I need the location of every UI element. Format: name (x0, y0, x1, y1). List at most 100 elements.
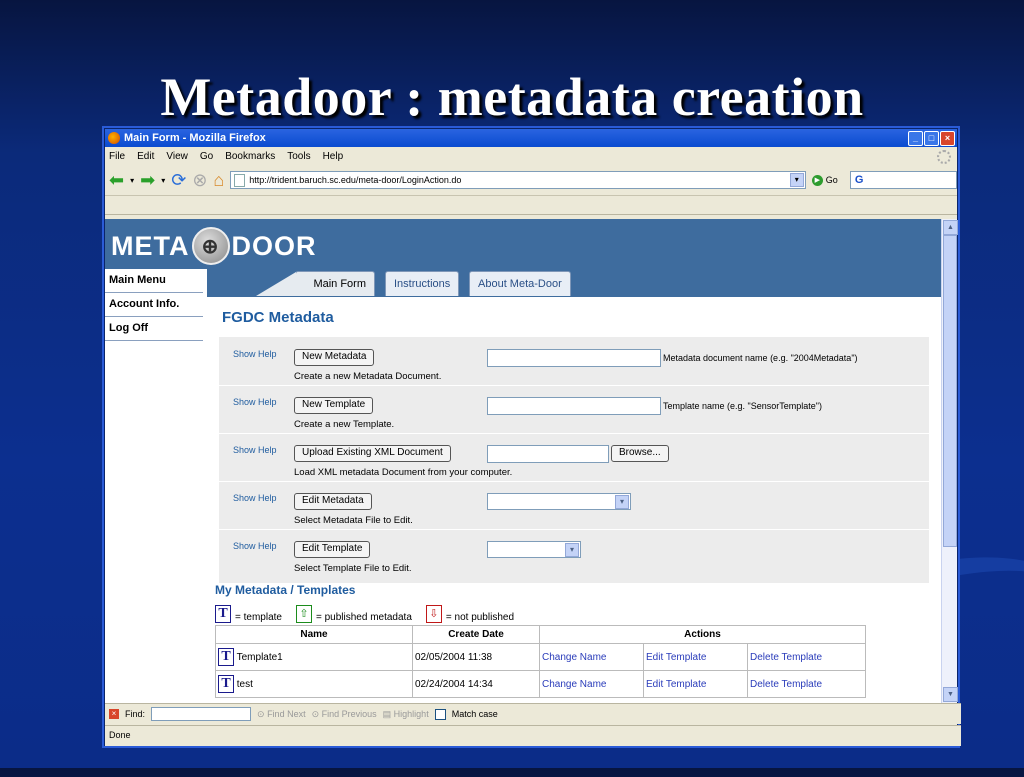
name-cell: T Template1 (215, 643, 413, 671)
show-help-link[interactable]: Show Help (233, 349, 277, 359)
metadata-table: Name Create Date Actions T Template1 02/… (215, 625, 866, 698)
show-help-link[interactable]: Show Help (233, 493, 277, 503)
metadata-name-input[interactable] (487, 349, 661, 367)
find-next-button[interactable]: ⊙ Find Next (257, 709, 306, 720)
row-description: Create a new Metadata Document. (294, 371, 442, 382)
match-case-checkbox[interactable] (434, 708, 446, 720)
legend-not-published: = not published (445, 612, 515, 623)
row-edit-metadata: Show Help Edit Metadata Select Metadata … (219, 481, 929, 530)
menu-bar: File Edit View Go Bookmarks Tools Help (105, 147, 957, 165)
menu-go[interactable]: Go (200, 151, 213, 162)
scroll-down-icon[interactable]: ▼ (943, 687, 958, 702)
form-panel: Show Help New Metadata Create a new Meta… (219, 337, 929, 583)
metadoor-logo: META ⊕ DOOR (111, 227, 317, 265)
row-new-metadata: Show Help New Metadata Create a new Meta… (219, 337, 929, 386)
chevron-down-icon: ▾ (615, 495, 629, 509)
navigation-toolbar: ⬅ ▾ ➡ ▾ ⟳ ⊗ ⌂ http://trident.baruch.sc.e… (105, 165, 957, 196)
back-dropdown-icon[interactable]: ▾ (130, 176, 134, 185)
legend: T = template ⇧ = published metadata ⇩ = … (215, 605, 514, 623)
back-icon[interactable]: ⬅ (109, 171, 124, 189)
main-form: FGDC Metadata Show Help New Metadata Cre… (207, 297, 941, 703)
sidebar-item-account-info[interactable]: Account Info. (105, 293, 203, 317)
stop-icon[interactable]: ⊗ (192, 171, 207, 189)
new-template-button[interactable]: New Template (294, 397, 374, 414)
close-button[interactable]: × (940, 131, 955, 146)
row-description: Load XML metadata Document from your com… (294, 467, 513, 478)
col-actions: Actions (539, 625, 866, 644)
sidebar-item-log-off[interactable]: Log Off (105, 317, 203, 341)
table-header-row: Name Create Date Actions (215, 625, 866, 644)
menu-edit[interactable]: Edit (137, 151, 154, 162)
file-path-input[interactable] (487, 445, 609, 463)
menu-file[interactable]: File (109, 151, 125, 162)
show-help-link[interactable]: Show Help (233, 397, 277, 407)
row-description: Select Metadata File to Edit. (294, 515, 413, 526)
row-edit-template: Show Help Edit Template Select Template … (219, 529, 929, 577)
date-cell: 02/05/2004 11:38 (412, 643, 540, 671)
reload-icon[interactable]: ⟳ (171, 171, 186, 189)
browser-window: Main Form - Mozilla Firefox _ □ × File E… (104, 128, 961, 746)
not-published-icon: ⇩ (425, 605, 442, 623)
menu-bookmarks[interactable]: Bookmarks (225, 151, 275, 162)
form-title: FGDC Metadata (222, 309, 334, 326)
change-name-link[interactable]: Change Name (539, 643, 644, 671)
logo-left-text: META (111, 230, 190, 261)
url-dropdown-icon[interactable]: ▾ (789, 173, 804, 187)
find-previous-button[interactable]: ⊙ Find Previous (312, 709, 377, 720)
edit-template-link[interactable]: Edit Template (643, 643, 748, 671)
metadata-file-select[interactable]: ▾ (487, 493, 631, 510)
scroll-thumb[interactable] (943, 235, 957, 547)
home-icon[interactable]: ⌂ (213, 171, 224, 189)
name-cell: T test (215, 670, 413, 698)
minimize-button[interactable]: _ (908, 131, 923, 146)
edit-metadata-button[interactable]: Edit Metadata (294, 493, 372, 510)
tab-about[interactable]: About Meta-Door (469, 271, 571, 296)
delete-template-link[interactable]: Delete Template (747, 670, 866, 698)
row-name: test (236, 679, 253, 690)
highlight-button[interactable]: ▤ Highlight (383, 709, 429, 720)
browse-button[interactable]: Browse... (611, 445, 669, 462)
delete-template-link[interactable]: Delete Template (747, 643, 866, 671)
close-find-icon[interactable]: × (109, 709, 119, 719)
bookmarks-toolbar (105, 196, 957, 215)
menu-view[interactable]: View (166, 151, 188, 162)
template-file-select[interactable]: ▾ (487, 541, 581, 558)
chevron-down-icon: ▾ (565, 543, 579, 557)
table-row: T test 02/24/2004 14:34 Change Name Edit… (215, 670, 866, 698)
legend-template: = template (235, 612, 282, 623)
globe-icon: ⊕ (191, 227, 230, 265)
title-bar: Main Form - Mozilla Firefox _ □ × (105, 129, 957, 147)
forward-dropdown-icon[interactable]: ▾ (161, 176, 165, 185)
maximize-button[interactable]: □ (924, 131, 939, 146)
url-bar[interactable]: http://trident.baruch.sc.edu/meta-door/L… (230, 171, 806, 189)
change-name-link[interactable]: Change Name (539, 670, 644, 698)
my-metadata-title: My Metadata / Templates (215, 583, 356, 597)
row-hint: Metadata document name (e.g. "2004Metada… (663, 353, 858, 363)
scroll-up-icon[interactable]: ▲ (943, 220, 958, 235)
firefox-icon (108, 132, 120, 144)
url-text: http://trident.baruch.sc.edu/meta-door/L… (249, 175, 462, 185)
vertical-scrollbar[interactable]: ▲ ▼ (941, 219, 958, 703)
show-help-link[interactable]: Show Help (233, 541, 277, 551)
go-button[interactable]: ▶ Go (811, 174, 838, 186)
menu-help[interactable]: Help (323, 151, 344, 162)
show-help-link[interactable]: Show Help (233, 445, 277, 455)
template-icon: T (218, 675, 234, 693)
sidebar-item-main-menu[interactable]: Main Menu (105, 269, 203, 293)
forward-icon[interactable]: ➡ (140, 171, 155, 189)
template-name-input[interactable] (487, 397, 661, 415)
edit-template-button[interactable]: Edit Template (294, 541, 371, 558)
menu-tools[interactable]: Tools (287, 151, 310, 162)
tab-instructions[interactable]: Instructions (385, 271, 460, 296)
search-box[interactable]: G (849, 171, 957, 189)
site-header: META ⊕ DOOR (105, 219, 941, 269)
new-metadata-button[interactable]: New Metadata (294, 349, 375, 366)
edit-template-link[interactable]: Edit Template (643, 670, 748, 698)
upload-xml-button[interactable]: Upload Existing XML Document (294, 445, 451, 462)
find-input[interactable] (151, 707, 252, 721)
row-description: Select Template File to Edit. (294, 563, 412, 574)
slide-title: Metadoor : metadata creation (160, 67, 864, 127)
tab-main-form[interactable]: Main Form (256, 271, 375, 296)
logo-right-text: DOOR (231, 230, 317, 261)
template-icon: T (215, 605, 231, 623)
